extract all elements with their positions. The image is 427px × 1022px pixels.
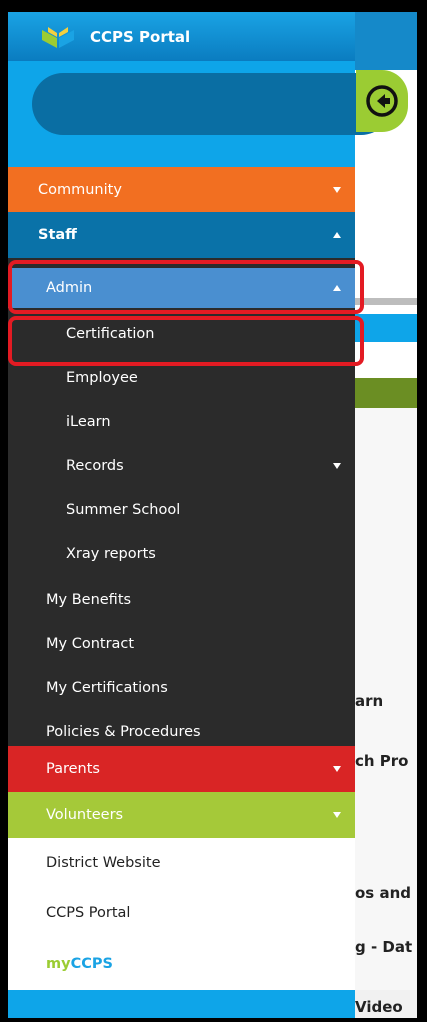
viewport: arn ch Pro os and g - Dat Video CCPS Por… xyxy=(8,12,417,1018)
bg-text-5: Video xyxy=(355,998,403,1016)
bg-text-1: arn xyxy=(355,692,384,710)
sidebar-bottom-bar xyxy=(8,990,355,1018)
search-area xyxy=(8,61,392,167)
link-label: District Website xyxy=(46,855,161,871)
nav-staff-my-benefits[interactable]: My Benefits xyxy=(8,578,355,622)
nav-admin-employee[interactable]: Employee xyxy=(8,356,355,400)
nav-item-label: Records xyxy=(66,458,124,474)
nav-admin-summer-school[interactable]: Summer School xyxy=(8,488,355,532)
sidebar: CCPS Portal Community Staff Admin Certif… xyxy=(8,12,392,1018)
search-input[interactable] xyxy=(32,73,392,135)
nav-item-label: Xray reports xyxy=(66,546,156,562)
nav-admin-xray-reports[interactable]: Xray reports xyxy=(8,532,355,576)
nav-item-label: My Certifications xyxy=(46,680,168,696)
bg-divider xyxy=(355,298,417,305)
screenshot-frame: arn ch Pro os and g - Dat Video CCPS Por… xyxy=(0,0,427,1022)
nav-volunteers[interactable]: Volunteers xyxy=(8,792,355,838)
nav-admin-label: Admin xyxy=(46,280,93,296)
nav-community[interactable]: Community xyxy=(8,167,355,212)
myccps-ccps: CCPS xyxy=(70,956,113,972)
bg-text-2: ch Pro xyxy=(355,752,409,770)
chevron-down-icon xyxy=(333,766,341,772)
chevron-up-icon xyxy=(333,232,341,238)
nav-staff-label: Staff xyxy=(38,227,77,243)
link-label: CCPS Portal xyxy=(46,905,131,921)
nav-volunteers-label: Volunteers xyxy=(46,807,124,823)
bg-header-strip xyxy=(355,12,417,70)
bg-text-3: os and xyxy=(355,884,411,902)
nav-staff-my-contract[interactable]: My Contract xyxy=(8,622,355,666)
nav-admin-records[interactable]: Records xyxy=(8,444,355,488)
bg-blue-bar xyxy=(355,314,417,342)
sidebar-header[interactable]: CCPS Portal xyxy=(8,12,355,61)
circle-arrow-left-icon xyxy=(366,85,398,117)
nav-item-label: Policies & Procedures xyxy=(46,724,201,740)
nav-admin[interactable]: Admin xyxy=(8,268,355,308)
nav-item-label: iLearn xyxy=(66,414,111,430)
nav-community-label: Community xyxy=(38,181,122,198)
nav-item-label: Certification xyxy=(66,326,155,342)
nav-item-label: My Contract xyxy=(46,636,135,652)
book-logo-icon xyxy=(42,26,74,48)
nav-admin-ilearn[interactable]: iLearn xyxy=(8,400,355,444)
nav-staff-my-certifications[interactable]: My Certifications xyxy=(8,666,355,710)
chevron-down-icon xyxy=(333,463,341,469)
link-myccps[interactable]: my CCPS xyxy=(8,938,355,990)
back-button[interactable] xyxy=(356,70,408,132)
nav-item-label: My Benefits xyxy=(46,592,132,608)
chevron-down-icon xyxy=(333,186,341,193)
nav-admin-certification[interactable]: Certification xyxy=(8,312,355,356)
link-ccps-portal[interactable]: CCPS Portal xyxy=(8,888,355,938)
link-district-website[interactable]: District Website xyxy=(8,838,355,888)
nav-staff[interactable]: Staff xyxy=(8,212,355,258)
bg-content xyxy=(355,408,417,1018)
portal-title: CCPS Portal xyxy=(90,27,191,46)
nav-parents-label: Parents xyxy=(46,761,100,777)
chevron-up-icon xyxy=(333,285,341,291)
nav-item-label: Employee xyxy=(66,370,138,386)
myccps-my: my xyxy=(46,956,71,972)
nav-parents[interactable]: Parents xyxy=(8,746,355,792)
bg-text-4: g - Dat xyxy=(355,938,413,956)
bg-green-bar xyxy=(355,378,417,408)
nav-item-label: Summer School xyxy=(66,502,181,518)
chevron-down-icon xyxy=(333,812,341,818)
